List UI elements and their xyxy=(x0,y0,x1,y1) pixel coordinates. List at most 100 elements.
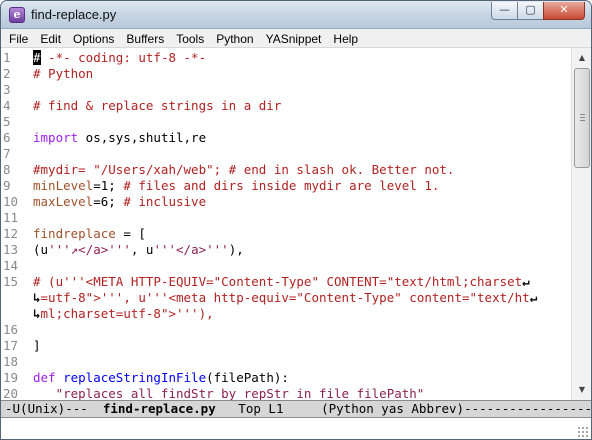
code-line[interactable]: 13 (u'''↗</a>''', u'''</a>'''), xyxy=(1,242,571,258)
variable-token: minLevel xyxy=(33,178,94,193)
code-text: # find & replace strings in a dir xyxy=(33,98,281,114)
code-line[interactable]: 1 # -*- coding: utf-8 -*- xyxy=(1,50,571,66)
code-line[interactable]: 7 xyxy=(1,146,571,162)
modeline-buffer-name: find-replace.py xyxy=(102,401,216,416)
menu-tools[interactable]: Tools xyxy=(170,30,210,48)
code-text: minLevel=1; # files and dirs inside mydi… xyxy=(33,178,439,194)
comment-token: ml;charset=utf-8">'''), xyxy=(40,306,214,321)
line-number: 7 xyxy=(3,146,11,161)
maximize-button[interactable]: ▢ xyxy=(517,2,543,20)
line-number: 15 xyxy=(3,274,19,289)
comment-token: =utf-8">''', u'''<meta http-equiv="Conte… xyxy=(40,290,530,305)
menu-file[interactable]: File xyxy=(1,30,34,48)
code-line[interactable]: 3 xyxy=(1,82,571,98)
comment-token: # find & replace strings in a dir xyxy=(33,98,282,113)
line-number: 5 xyxy=(3,114,11,129)
line-number: 10 xyxy=(3,194,19,209)
scroll-up-arrow-icon[interactable]: ▲ xyxy=(574,50,590,66)
code-line[interactable]: 19 def replaceStringInFile(filePath): xyxy=(1,370,571,386)
comment-token: # (u'''<META HTTP-EQUIV="Content-Type" C… xyxy=(33,274,523,289)
code-text: # Python xyxy=(33,66,93,82)
code-text: #mydir= "/Users/xah/web"; # end in slash… xyxy=(33,162,454,178)
code-line[interactable]: 9 minLevel=1; # files and dirs inside myd… xyxy=(1,178,571,194)
scroll-down-arrow-icon[interactable]: ▼ xyxy=(574,382,590,398)
code-line[interactable]: 18 xyxy=(1,354,571,370)
code-line[interactable]: 8 #mydir= "/Users/xah/web"; # end in slas… xyxy=(1,162,571,178)
menu-yasnippet[interactable]: YASnippet xyxy=(260,30,328,48)
thumb-grip-line xyxy=(580,117,585,118)
code-token: ), xyxy=(228,242,244,257)
code-token: =1; xyxy=(93,178,124,193)
vertical-scrollbar[interactable]: ▲ ▼ xyxy=(571,48,591,400)
code-line[interactable]: 6 import os,sys,shutil,re xyxy=(1,130,571,146)
line-number: 20 xyxy=(3,386,19,400)
menu-options[interactable]: Options xyxy=(67,30,120,48)
code-text: maxLevel=6; # inclusive xyxy=(33,194,206,210)
line-number: 18 xyxy=(3,354,19,369)
keyword-token: def xyxy=(33,370,56,385)
code-text: findreplace = [ xyxy=(33,226,146,242)
comment-token: #mydir= "/Users/xah/web"; # end in slash… xyxy=(33,162,455,177)
line-number: 6 xyxy=(3,130,11,145)
code-token: ] xyxy=(33,338,41,353)
emacs-gnu-icon[interactable]: e xyxy=(9,7,25,23)
comment-token: # Python xyxy=(33,66,94,81)
line-number: 8 xyxy=(3,162,11,177)
code-line[interactable]: ↳=utf-8">''', u'''<meta http-equiv="Cont… xyxy=(1,290,571,306)
code-line[interactable]: 15 # (u'''<META HTTP-EQUIV="Content-Type"… xyxy=(1,274,571,290)
line-wrap-icon: ↳ xyxy=(33,306,41,321)
title-bar[interactable]: e find-replace.py — ▢ ✕ xyxy=(1,1,591,29)
code-token: os,sys,shutil,re xyxy=(78,130,207,145)
line-number: 19 xyxy=(3,370,19,385)
string-token: '''↗</a>''' xyxy=(48,242,131,257)
minibuffer[interactable] xyxy=(1,418,591,439)
string-token: '''</a>''' xyxy=(153,242,229,257)
mode-line[interactable]: -U(Unix)--- find-replace.py Top L1 (Pyth… xyxy=(1,400,591,418)
menu-buffers[interactable]: Buffers xyxy=(120,30,170,48)
resize-grip-icon[interactable] xyxy=(577,426,589,438)
app-window: e find-replace.py — ▢ ✕ File Edit Option… xyxy=(0,0,592,440)
menu-help[interactable]: Help xyxy=(327,30,364,48)
thumb-grip-line xyxy=(580,120,585,121)
comment-token: # files and dirs inside mydir are level … xyxy=(123,178,440,193)
code-token: (u xyxy=(33,242,49,257)
code-token: , u xyxy=(130,242,154,257)
minimize-button[interactable]: — xyxy=(491,2,517,20)
line-number: 3 xyxy=(3,82,11,97)
code-line[interactable]: 14 xyxy=(1,258,571,274)
code-token: =6; xyxy=(93,194,124,209)
line-number: 17 xyxy=(3,338,19,353)
menu-python[interactable]: Python xyxy=(210,30,259,48)
code-text: # -*- coding: utf-8 -*- xyxy=(33,50,206,66)
code-token: = [ xyxy=(115,226,146,241)
code-text: def replaceStringInFile(filePath): xyxy=(33,370,289,386)
modeline-modes[interactable]: (Python yas Abbrev) xyxy=(321,401,464,416)
code-line[interactable]: 12 findreplace = [ xyxy=(1,226,571,242)
window-title: find-replace.py xyxy=(31,7,117,22)
code-text: (u'''↗</a>''', u'''</a>'''), xyxy=(33,242,244,258)
code-line[interactable]: 10 maxLevel=6; # inclusive xyxy=(1,194,571,210)
menu-edit[interactable]: Edit xyxy=(34,30,67,48)
code-text: ↳ml;charset=utf-8">'''), xyxy=(33,306,214,322)
variable-token: maxLevel xyxy=(33,194,94,209)
string-token: "replaces all findStr by repStr in file … xyxy=(33,386,425,400)
code-line[interactable]: 16 xyxy=(1,322,571,338)
code-line[interactable]: 11 xyxy=(1,210,571,226)
code-line[interactable]: 2 # Python xyxy=(1,66,571,82)
code-editor[interactable]: 1 # -*- coding: utf-8 -*- 2 # Python 3 4 # fin… xyxy=(1,48,571,400)
modeline-status: -U(Unix)--- xyxy=(5,401,103,416)
line-number: 13 xyxy=(3,242,19,257)
code-line[interactable]: ↳ml;charset=utf-8">'''), xyxy=(1,306,571,322)
code-line[interactable]: 4 # find & replace strings in a dir xyxy=(1,98,571,114)
line-number: 2 xyxy=(3,66,11,81)
code-line[interactable]: 5 xyxy=(1,114,571,130)
close-button[interactable]: ✕ xyxy=(543,2,585,20)
variable-token: findreplace xyxy=(33,226,116,241)
scrollbar-thumb[interactable] xyxy=(574,68,590,168)
code-text: # (u'''<META HTTP-EQUIV="Content-Type" C… xyxy=(33,274,530,290)
window-controls: — ▢ ✕ xyxy=(491,2,585,22)
code-line[interactable]: 20 "replaces all findStr by repStr in fi… xyxy=(1,386,571,400)
code-line[interactable]: 17] xyxy=(1,338,571,354)
line-number: 16 xyxy=(3,322,19,337)
line-number: 14 xyxy=(3,258,19,273)
